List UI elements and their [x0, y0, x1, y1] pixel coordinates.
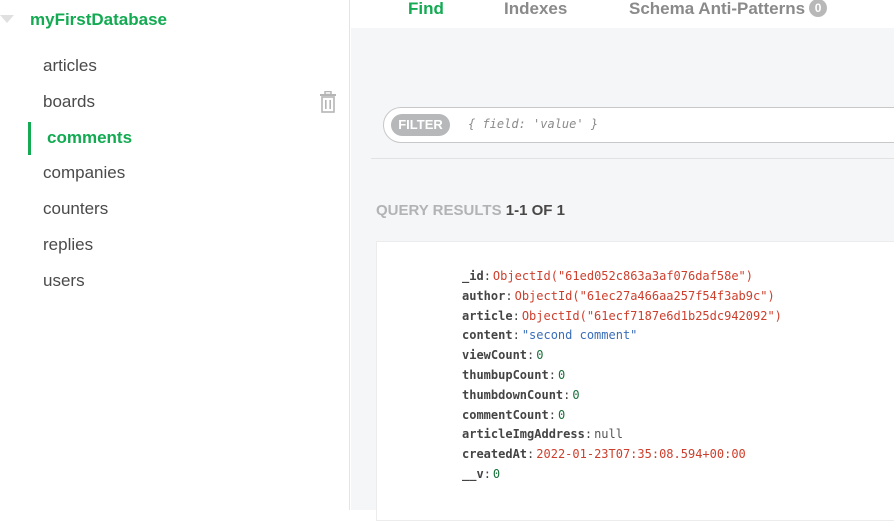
field-key: viewCount: [462, 348, 528, 363]
field-key: __v: [462, 466, 484, 481]
field-value: 0: [492, 466, 501, 481]
document-field: commentCount: 0: [462, 408, 782, 428]
field-key: _id: [462, 269, 484, 283]
field-key: author: [462, 288, 506, 303]
count-badge: 0: [809, 0, 828, 17]
document-field: _id: ObjectId("61ed052c863a3af076daf58e"): [462, 269, 782, 289]
document-field: author: ObjectId("61ec27a466aa257f54f3ab9…: [462, 289, 782, 309]
field-colon: :: [512, 328, 520, 343]
document-field: viewCount: 0: [462, 348, 782, 368]
field-value: "second comment": [521, 328, 638, 343]
collection-label: articles: [43, 56, 97, 75]
field-key: articleImgAddress: [462, 427, 585, 442]
field-value: null: [594, 427, 623, 442]
field-value: 0: [572, 387, 580, 402]
sidebar-item-counters[interactable]: counters: [0, 191, 350, 227]
field-key: thumbupCount: [462, 367, 549, 382]
sidebar-item-comments[interactable]: comments: [0, 120, 350, 156]
document-field: createdAt: 2022-01-23T07:35:08.594+00:00: [462, 447, 782, 467]
sidebar-item-boards[interactable]: boards: [0, 84, 350, 120]
field-value: ObjectId("61ec27a466aa257f54f3ab9c"): [514, 288, 775, 303]
field-key: createdAt: [462, 447, 528, 462]
sidebar-item-users[interactable]: users: [0, 263, 350, 299]
collection-label: comments: [47, 127, 133, 147]
sidebar-item-replies[interactable]: replies: [0, 227, 350, 263]
field-value: 0: [536, 348, 544, 363]
document-field: __v: 0: [462, 467, 782, 487]
database-name[interactable]: myFirstDatabase: [30, 10, 167, 30]
field-colon: :: [512, 308, 520, 323]
tab-schema-anti-patterns[interactable]: Schema Anti-Patterns 0: [629, 0, 828, 19]
field-colon: :: [527, 348, 535, 363]
field-key: article: [462, 308, 513, 323]
field-colon: :: [548, 407, 556, 422]
field-colon: :: [584, 427, 593, 442]
collection-label: boards: [43, 91, 95, 111]
filter-input[interactable]: { field: 'value' }: [468, 117, 598, 131]
document-field: thumbupCount: 0: [462, 368, 782, 388]
query-results-count: 1-1 OF 1: [505, 202, 565, 219]
query-results-header: QUERY RESULTS 1-1 OF 1: [376, 202, 565, 219]
collection-label: users: [43, 270, 85, 290]
sidebar-item-companies[interactable]: companies: [0, 155, 350, 191]
trash-icon[interactable]: [318, 90, 338, 113]
field-colon: :: [505, 288, 513, 303]
divider: [371, 158, 894, 159]
field-colon: :: [548, 367, 556, 382]
filter-bar: FILTER { field: 'value' }: [383, 107, 894, 143]
document-field: article: ObjectId("61ecf7187e6d1b25dc9420…: [462, 309, 782, 329]
field-value: ObjectId("61ecf7187e6d1b25dc942092"): [521, 308, 782, 323]
collection-label: counters: [43, 199, 109, 219]
database-row[interactable]: myFirstDatabase: [0, 8, 350, 32]
field-colon: :: [527, 447, 535, 462]
filter-button[interactable]: FILTER: [391, 114, 450, 136]
field-value: 0: [557, 367, 566, 382]
tab-find[interactable]: Find: [408, 0, 444, 19]
document-field: thumbdownCount: 0: [462, 388, 782, 408]
collection-list: articles boards comments companies count…: [0, 48, 350, 299]
tab-indexes[interactable]: Indexes: [504, 0, 567, 19]
query-results-label: QUERY RESULTS: [376, 202, 502, 219]
collection-label: companies: [43, 163, 126, 183]
tab-bar: Find Indexes Schema Anti-Patterns 0: [351, 0, 894, 28]
tab-schema-label: Schema Anti-Patterns: [629, 0, 806, 18]
sidebar-item-articles[interactable]: articles: [0, 48, 350, 84]
main-panel: Find Indexes Schema Anti-Patterns 0 FILTE…: [351, 0, 894, 521]
field-colon: :: [483, 269, 491, 283]
field-key: commentCount: [462, 407, 549, 422]
collection-label: replies: [43, 234, 94, 254]
document-field: content: "second comment": [462, 328, 782, 348]
field-colon: :: [483, 466, 491, 481]
caret-down-icon[interactable]: [0, 15, 14, 23]
document-field: articleImgAddress: null: [462, 427, 782, 447]
field-colon: :: [563, 387, 571, 402]
field-key: thumbdownCount: [462, 387, 564, 402]
field-value: 2022-01-23T07:35:08.594+00:00: [536, 447, 746, 462]
field-value: ObjectId("61ed052c863a3af076daf58e"): [492, 269, 754, 283]
document-card[interactable]: _id: ObjectId("61ed052c863a3af076daf58e")…: [376, 241, 894, 521]
active-indicator: [28, 121, 31, 155]
field-value: 0: [557, 407, 566, 422]
sidebar: myFirstDatabase articles boards comments: [0, 0, 350, 510]
document-fields: _id: ObjectId("61ed052c863a3af076daf58e")…: [462, 269, 782, 487]
field-key: content: [462, 328, 513, 343]
